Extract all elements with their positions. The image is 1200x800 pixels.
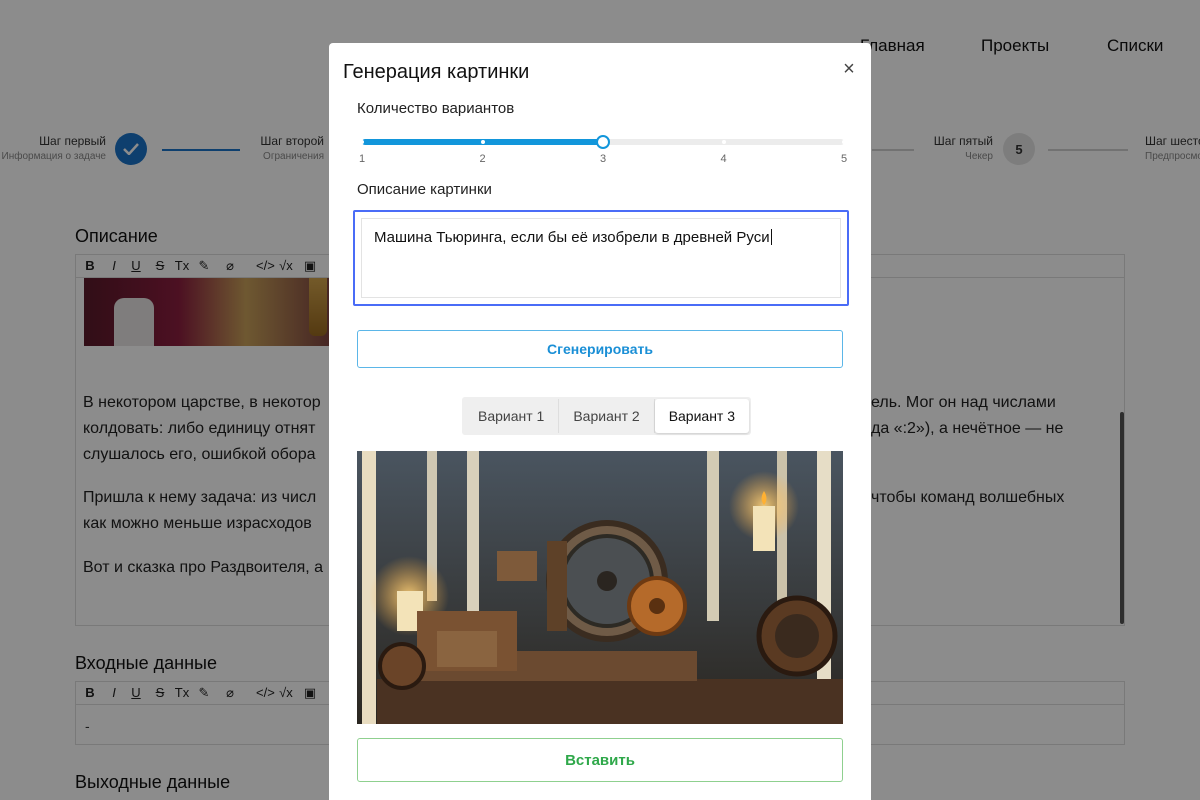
text-caret xyxy=(770,229,772,245)
image-description-label: Описание картинки xyxy=(357,181,492,198)
slider-tick-label: 4 xyxy=(720,153,727,165)
slider-step-dot[interactable] xyxy=(480,140,485,144)
variants-count-slider[interactable] xyxy=(360,135,846,149)
generated-image xyxy=(357,451,843,724)
tab-variant-3[interactable]: Вариант 3 xyxy=(654,399,750,433)
variant-tabs: Вариант 1 Вариант 2 Вариант 3 xyxy=(462,397,752,435)
image-description-input[interactable]: Машина Тьюринга, если бы её изобрели в д… xyxy=(353,210,849,306)
slider-tick-label: 2 xyxy=(479,153,486,165)
slider-tick-label: 5 xyxy=(840,153,848,165)
variants-count-label: Количество вариантов xyxy=(357,100,515,117)
close-icon[interactable]: × xyxy=(839,59,859,79)
slider-tick-label: 1 xyxy=(358,153,366,165)
image-description-value: Машина Тьюринга, если бы её изобрели в д… xyxy=(374,229,770,246)
slider-step-dot[interactable] xyxy=(721,140,726,144)
slider-tick-label: 3 xyxy=(599,153,607,165)
insert-button[interactable]: Вставить xyxy=(357,738,843,782)
slider-step-dot[interactable] xyxy=(842,140,846,144)
tab-variant-1[interactable]: Вариант 1 xyxy=(464,399,560,433)
slider-step-dot[interactable] xyxy=(360,140,364,144)
generate-button[interactable]: Сгенерировать xyxy=(357,330,843,368)
tab-variant-2[interactable]: Вариант 2 xyxy=(559,399,655,433)
slider-handle[interactable] xyxy=(596,135,610,149)
dialog-title: Генерация картинки xyxy=(343,61,530,83)
image-generation-dialog: Генерация картинки × Количество варианто… xyxy=(329,43,871,800)
